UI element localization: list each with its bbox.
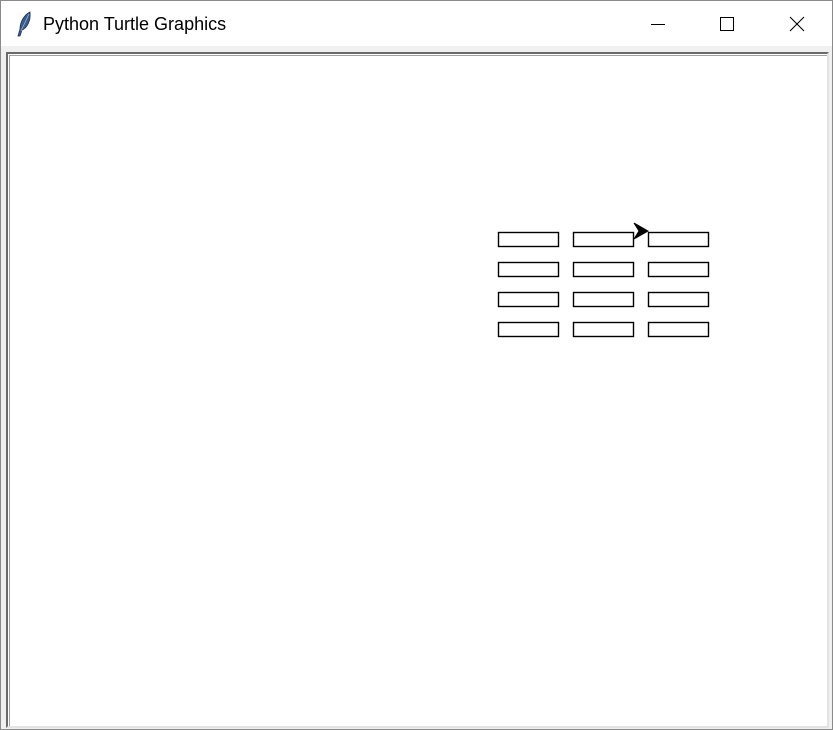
title-bar[interactable]: Python Turtle Graphics xyxy=(1,1,832,46)
window-title: Python Turtle Graphics xyxy=(43,14,227,34)
turtle-window: Python Turtle Graphics xyxy=(0,0,833,730)
turtle-canvas-frame xyxy=(6,52,829,728)
feather-icon xyxy=(17,11,31,37)
minimize-button[interactable] xyxy=(629,1,687,46)
drawing-surface xyxy=(497,222,710,338)
brick-rectangle xyxy=(647,261,710,278)
maximize-button[interactable] xyxy=(698,1,756,46)
close-button[interactable] xyxy=(768,1,826,46)
brick-rectangle xyxy=(497,261,560,278)
brick-rectangle xyxy=(647,321,710,338)
brick-rectangle xyxy=(497,231,560,248)
brick-rectangle xyxy=(647,291,710,308)
brick-rectangle xyxy=(647,231,710,248)
maximize-icon xyxy=(720,16,734,31)
close-icon xyxy=(789,16,805,31)
brick-rectangle xyxy=(572,231,635,248)
brick-rectangle xyxy=(497,321,560,338)
brick-rectangle xyxy=(497,291,560,308)
brick-rectangle xyxy=(572,261,635,278)
arrow-icon xyxy=(633,222,650,240)
brick-rectangle xyxy=(572,291,635,308)
minimize-icon xyxy=(651,23,665,25)
turtle-canvas[interactable] xyxy=(9,55,827,726)
brick-rectangle xyxy=(572,321,635,338)
